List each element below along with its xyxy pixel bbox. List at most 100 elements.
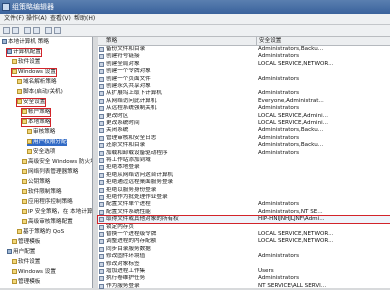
tree-item[interactable]: 软件设置 (12, 59, 40, 66)
tree-item[interactable]: 本地计算机 策略 (2, 39, 49, 46)
policy-row[interactable]: 拒绝本地登录 (98, 164, 390, 171)
tree-item[interactable]: 软件设置 (12, 259, 40, 266)
policy-row[interactable]: 拒绝通过远程桌面服务登录 (98, 179, 390, 186)
policy-name: 备份文件和目录 (106, 46, 146, 52)
folder-icon (17, 89, 22, 94)
column-divider[interactable] (256, 37, 257, 45)
tree-item[interactable]: 公钥策略 (22, 179, 50, 186)
menu-help[interactable]: 帮助(H) (74, 15, 95, 23)
forward-icon[interactable] (12, 27, 19, 34)
policy-row[interactable]: 更改时区 LOCAL SERVICE,Admini... (98, 113, 390, 120)
folder-icon (22, 189, 27, 194)
policy-name: 管理审核和安全日志 (106, 134, 157, 141)
policy-row[interactable]: 拒绝以服务身份登录 (98, 187, 390, 194)
tree-item[interactable]: Windows 设置 (12, 269, 56, 276)
policy-name: 增加进程工作集 (106, 268, 146, 274)
help-icon[interactable] (54, 27, 61, 34)
back-icon[interactable] (3, 27, 10, 34)
policy-row[interactable]: 执行卷维护任务 Administrators (98, 275, 390, 282)
tree-item[interactable]: Windows 设置 (11, 68, 57, 77)
policy-row[interactable]: 加载和卸载设备驱动程序 Administrators (98, 150, 390, 157)
policy-row[interactable]: 从扩展坞上取下计算机 Administrators (98, 90, 390, 97)
policy-row[interactable]: 备份文件和目录 Administrators,Backu... (98, 46, 390, 53)
tree-item-label: 软件限制策略 (28, 189, 62, 195)
tree-item[interactable]: 应用程序控制策略 (22, 199, 73, 206)
tree-item[interactable]: 基于策略的 QoS (17, 229, 64, 236)
folder-icon (22, 179, 27, 184)
policy-name: 拒绝作为批处理作业登录 (106, 194, 168, 200)
policy-row[interactable]: 配置文件单个进程 Administrators (98, 201, 390, 208)
tree-item[interactable]: 安全选项 (27, 149, 55, 156)
policy-row[interactable]: 从网络访问此计算机 Everyone,Administrat... (98, 98, 390, 105)
show-tree-icon[interactable] (33, 27, 40, 34)
tree-item-label: 计算机配置 (13, 49, 41, 55)
policy-row[interactable]: 更改系统时间 LOCAL SERVICE,Admini... (98, 120, 390, 127)
policy-icon (99, 69, 104, 75)
policy-row[interactable]: 从远程系统强制关机 Administrators (98, 105, 390, 112)
policy-row[interactable]: 创建一个页面文件 Administrators (98, 76, 390, 83)
export-icon[interactable] (45, 27, 52, 34)
tree-item[interactable]: 管理模板 (12, 239, 40, 246)
up-icon[interactable] (24, 27, 31, 34)
tree-item[interactable]: 计算机配置 (6, 48, 42, 57)
tree-item[interactable]: 软件限制策略 (22, 189, 62, 196)
policy-setting: Administrators,Backu... (258, 127, 324, 134)
tree-item[interactable]: IP 安全策略，在 本地计算机 (22, 209, 92, 216)
tree-item[interactable]: 审核策略 (27, 129, 55, 136)
tree-item[interactable]: 用户配置 (7, 249, 35, 256)
policy-row[interactable]: 还原文件和目录 Administrators,Backu... (98, 142, 390, 149)
policy-row[interactable]: 替换一个进程级令牌 LOCAL SERVICE,NETWOR... (98, 231, 390, 238)
policy-row[interactable]: 创建永久共享对象 (98, 83, 390, 90)
tree-item[interactable]: 域名解析策略 (17, 79, 57, 86)
policy-row[interactable]: 将工作站添加到域 (98, 157, 390, 164)
policy-row[interactable]: 取得文件或其他对象的所有权 HIP-HNIJNHJLJNF\Admi... (97, 215, 390, 225)
policy-name: 拒绝通过远程桌面服务登录 (106, 179, 174, 186)
policy-name: 加载和卸载设备驱动程序 (106, 149, 168, 156)
policy-row[interactable]: 拒绝作为批处理作业登录 (98, 194, 390, 201)
policy-row[interactable]: 创建全局对象 LOCAL SERVICE,NETWOR... (98, 61, 390, 68)
policy-row[interactable]: 拒绝从网络访问这台计算机 (98, 172, 390, 179)
policy-row[interactable]: 作为服务登录 NT SERVICE\ALL SERVI... (98, 283, 390, 290)
tree-item[interactable]: 高级安全 Windows 防火墙 (22, 159, 92, 166)
column-policy[interactable]: 策略 (106, 37, 117, 45)
tree-item[interactable]: 高级审核策略配置 (22, 219, 73, 226)
policy-row[interactable]: 管理审核和安全日志 Administrators (98, 135, 390, 142)
policy-row[interactable]: 同步目录服务数据 (98, 246, 390, 253)
policy-row[interactable]: 创建符号链接 Administrators (98, 53, 390, 60)
policy-icon (99, 172, 104, 178)
policy-icon (99, 276, 104, 282)
policy-icon (99, 187, 104, 193)
policy-name: 拒绝以服务身份登录 (106, 186, 157, 193)
column-setting[interactable]: 安全设置 (259, 37, 281, 45)
policy-row[interactable]: 修改对象标签 (98, 261, 390, 268)
folder-icon (22, 159, 27, 164)
menu-action[interactable]: 操作(A) (26, 15, 47, 23)
policy-row[interactable]: 调整进程的内存配额 LOCAL SERVICE,NETWOR... (98, 238, 390, 245)
tree-item[interactable]: 安全设置 (15, 98, 47, 107)
menu-file[interactable]: 文件(F) (4, 15, 24, 23)
policy-icon (99, 209, 104, 215)
policy-name: 创建一个页面文件 (106, 75, 151, 82)
policy-icon (99, 135, 104, 141)
tree-item[interactable]: 管理模板 (12, 279, 40, 286)
policy-name: 调整进程的内存配额 (106, 238, 157, 245)
policy-row[interactable]: 关闭系统 Administrators,Backu... (98, 127, 390, 134)
folder-icon (12, 69, 17, 74)
tree-item[interactable]: 脚本(启动/关机) (17, 89, 63, 96)
policy-row[interactable]: 增加进程工作集 Users (98, 268, 390, 275)
tree-item-label: 基于策略的 QoS (23, 229, 65, 235)
tree-item[interactable]: 本地策略 (20, 118, 52, 127)
policy-row[interactable]: 锁定内存页 (98, 224, 390, 231)
policy-name: 拒绝本地登录 (106, 164, 140, 171)
menu-view[interactable]: 查看(V) (50, 15, 71, 23)
folder-icon (12, 59, 17, 64)
policy-row[interactable]: 创建一个令牌对象 (98, 68, 390, 75)
policy-row[interactable]: 修改固件环境值 Administrators (98, 253, 390, 260)
policy-setting: Administrators (258, 134, 300, 141)
tree-item-label: 网络列表管理器策略 (28, 169, 79, 175)
policy-row[interactable]: 配置文件系统性能 Administrators,NT SE... (98, 209, 390, 216)
tree-item[interactable]: 帐户策略 (20, 108, 52, 117)
console-tree[interactable]: 本地计算机 策略 计算机配置软件设置 Windows 设置 域名解析策略 脚本(启动/关… (0, 37, 93, 288)
tree-item[interactable]: 用户权限分配 (27, 139, 67, 146)
tree-item[interactable]: 网络列表管理器策略 (22, 169, 78, 176)
